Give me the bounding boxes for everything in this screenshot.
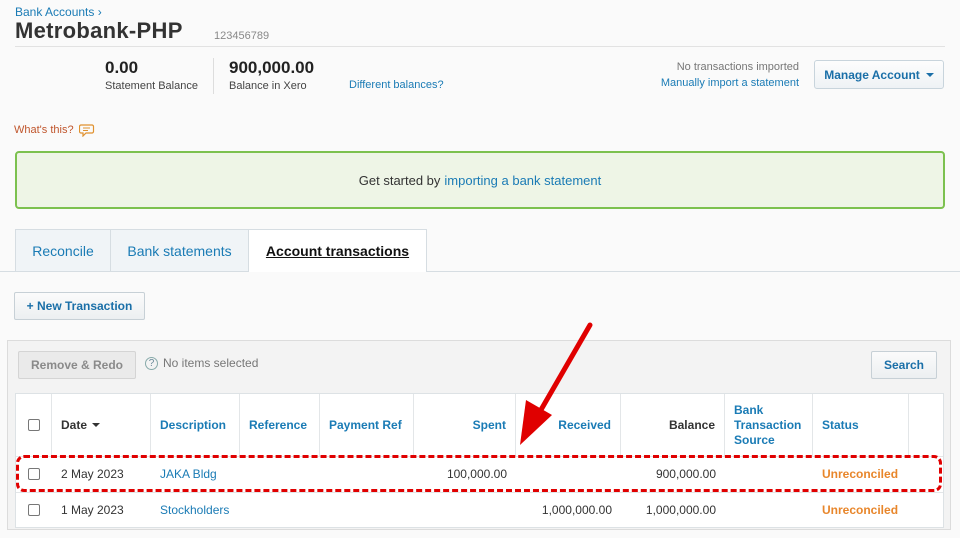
manual-import-link[interactable]: Manually import a statement bbox=[661, 77, 799, 89]
tab-bar: Reconcile Bank statements Account transa… bbox=[15, 229, 427, 272]
cell-balance: 900,000.00 bbox=[655, 467, 716, 481]
status-badge: Unreconciled bbox=[822, 503, 899, 517]
search-button[interactable]: Search bbox=[871, 351, 937, 379]
different-balances-link[interactable]: Different balances? bbox=[349, 79, 444, 91]
status-badge: Unreconciled bbox=[822, 467, 899, 481]
column-header-reference[interactable]: Reference bbox=[240, 394, 320, 456]
manage-account-label: Manage Account bbox=[824, 67, 920, 82]
statement-balance: 0.00 Statement Balance bbox=[105, 58, 198, 92]
import-status: No transactions imported bbox=[676, 61, 799, 73]
page-title: Metrobank-PHP bbox=[15, 18, 183, 43]
column-header-description[interactable]: Description bbox=[151, 394, 240, 456]
sort-desc-icon bbox=[92, 423, 101, 427]
cell-date: 2 May 2023 bbox=[61, 467, 124, 481]
whats-this-label: What's this? bbox=[14, 124, 74, 136]
column-header-received[interactable]: Received bbox=[516, 394, 621, 456]
selection-status: ? No items selected bbox=[145, 356, 258, 370]
whats-this-link[interactable]: What's this? bbox=[14, 123, 95, 137]
statement-balance-value: 0.00 bbox=[105, 58, 139, 77]
tab-account-transactions[interactable]: Account transactions bbox=[249, 229, 427, 272]
column-date-label: Date bbox=[61, 417, 88, 432]
column-header-status[interactable]: Status bbox=[813, 394, 909, 456]
stat-divider bbox=[213, 58, 214, 94]
cell-reference bbox=[240, 493, 320, 527]
cell-description[interactable]: JAKA Bldg bbox=[151, 457, 240, 491]
help-icon[interactable]: ? bbox=[145, 356, 158, 370]
speech-bubble-icon bbox=[78, 124, 94, 137]
cell-received: 1,000,000.00 bbox=[541, 503, 612, 517]
chevron-down-icon bbox=[925, 72, 934, 77]
column-header-date[interactable]: Date bbox=[52, 394, 151, 456]
header-divider bbox=[15, 46, 945, 47]
remove-redo-button[interactable]: Remove & Redo bbox=[18, 351, 136, 379]
cell-spent: 100,000.00 bbox=[446, 467, 507, 481]
select-all-checkbox[interactable] bbox=[27, 419, 40, 431]
column-source-line2: Transaction bbox=[734, 417, 802, 432]
xero-balance-value: 900,000.00 bbox=[229, 58, 315, 77]
cell-description[interactable]: Stockholders bbox=[151, 493, 240, 527]
column-source-line3: Source bbox=[734, 432, 775, 447]
cell-source bbox=[725, 457, 813, 491]
column-header-balance: Balance bbox=[621, 394, 725, 456]
no-items-label: No items selected bbox=[163, 356, 259, 370]
banner-text: Get started by bbox=[358, 172, 441, 188]
account-number: 123456789 bbox=[214, 30, 270, 42]
cell-balance: 1,000,000.00 bbox=[645, 503, 716, 517]
row-checkbox-cell bbox=[16, 493, 52, 527]
row-checkbox[interactable] bbox=[28, 468, 40, 480]
column-header-bank-transaction-source[interactable]: Bank Transaction Source bbox=[725, 394, 813, 456]
row-checkbox[interactable] bbox=[28, 504, 40, 516]
manage-account-button[interactable]: Manage Account bbox=[814, 60, 944, 89]
row-checkbox-cell bbox=[16, 457, 52, 491]
tab-reconcile[interactable]: Reconcile bbox=[15, 229, 111, 271]
header-checkbox-cell bbox=[16, 394, 52, 456]
tab-bank-statements[interactable]: Bank statements bbox=[111, 229, 249, 271]
table-row[interactable]: 2 May 2023 JAKA Bldg 100,000.00 900,000.… bbox=[16, 456, 943, 491]
tab-divider bbox=[0, 271, 960, 272]
cell-payment-ref bbox=[320, 457, 414, 491]
column-header-spent[interactable]: Spent bbox=[414, 394, 516, 456]
cell-source bbox=[725, 493, 813, 527]
cell-received bbox=[516, 457, 621, 491]
xero-balance-label: Balance in Xero bbox=[229, 80, 307, 92]
cell-spent bbox=[414, 493, 516, 527]
cell-reference bbox=[240, 457, 320, 491]
column-source-line1: Bank bbox=[734, 402, 764, 417]
get-started-banner: Get started by importing a bank statemen… bbox=[15, 151, 945, 209]
import-statement-link[interactable]: importing a bank statement bbox=[444, 173, 601, 188]
cell-date: 1 May 2023 bbox=[61, 503, 124, 517]
breadcrumb[interactable]: Bank Accounts › bbox=[15, 5, 102, 19]
cell-payment-ref bbox=[320, 493, 414, 527]
column-header-payment-ref[interactable]: Payment Ref bbox=[320, 394, 414, 456]
new-transaction-button[interactable]: + New Transaction bbox=[14, 292, 145, 320]
table-row[interactable]: 1 May 2023 Stockholders 1,000,000.00 1,0… bbox=[16, 492, 943, 527]
transactions-table: Date Description Reference Payment Ref S… bbox=[15, 393, 944, 528]
statement-balance-label: Statement Balance bbox=[105, 80, 198, 92]
xero-balance: 900,000.00 Balance in Xero bbox=[229, 58, 314, 92]
